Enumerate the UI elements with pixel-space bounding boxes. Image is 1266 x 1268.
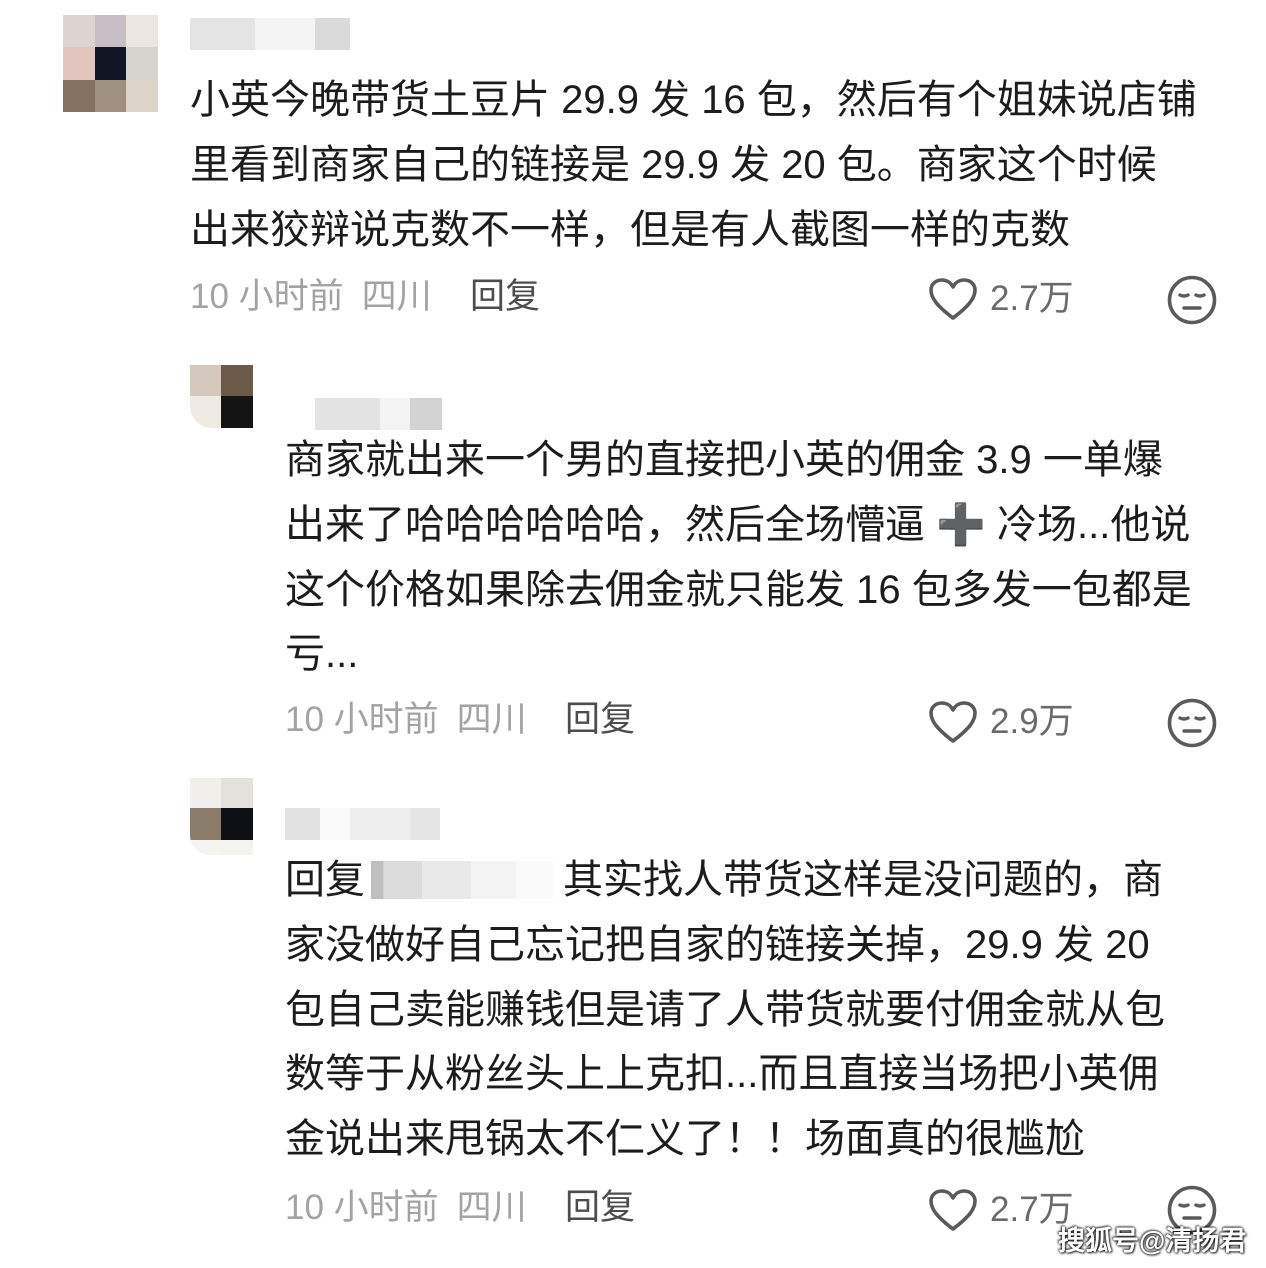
heart-outline-icon[interactable] (928, 700, 978, 744)
comment-meta: 10 小时前 四川 (285, 1186, 527, 1230)
reply-target-username-blurred[interactable] (371, 861, 553, 899)
avatar[interactable] (190, 778, 253, 855)
reply-button[interactable]: 回复 (470, 275, 540, 319)
like-count: 2.9万 (990, 702, 1074, 741)
comment-text: 小英今晚带货土豆片 29.9 发 16 包，然后有个姐妹说店铺 里看到商家自己的… (190, 68, 1197, 262)
comment-line: 包自己卖能赚钱但是请了人带货就要付佣金就从包 (285, 987, 1165, 1032)
avatar[interactable] (190, 365, 253, 428)
comment-line: 亏... (285, 632, 359, 677)
comment-line: 这个价格如果除去佣金就只能发 16 包多发一包都是 (285, 567, 1192, 612)
heart-outline-icon[interactable] (928, 277, 978, 321)
avatar[interactable] (63, 15, 158, 112)
comment-location: 四川 (456, 700, 527, 739)
reply-prefix: 回复 (285, 858, 365, 902)
username-blurred[interactable] (285, 808, 440, 840)
reply-button[interactable]: 回复 (565, 698, 635, 742)
comment-time: 10 小时前 (285, 1188, 439, 1227)
watermark: 搜狐号@清扬君 (1058, 1226, 1247, 1256)
comment-line: 数等于从粉丝头上上克扣...而且直接当场把小英佣 (285, 1052, 1159, 1097)
comment-line: 出来狡辩说克数不一样，但是有人截图一样的克数 (190, 207, 1070, 252)
comment-text: 回复 其实找人带货这样是没问题的，商 家没做好自己忘记把自家的链接关掉，29.9 … (285, 848, 1165, 1172)
username-blurred[interactable] (315, 398, 442, 430)
comment-meta: 10 小时前 四川 (285, 698, 527, 742)
comment-line-text: 其实找人带货这样是没问题的，商 (563, 858, 1163, 902)
comment-line: 回复 其实找人带货这样是没问题的，商 (285, 848, 1165, 913)
comment-meta: 10 小时前 四川 (190, 275, 432, 319)
comment-line: 里看到商家自己的链接是 29.9 发 20 包。商家这个时候 (190, 142, 1157, 187)
comment-line: 小英今晚带货土豆片 29.9 发 16 包，然后有个姐妹说店铺 (190, 78, 1197, 122)
comment-text: 商家就出来一个男的直接把小英的佣金 3.9 一单爆 出来了哈哈哈哈哈哈，然后全场… (285, 428, 1192, 687)
like-count: 2.7万 (990, 279, 1074, 318)
comment-line: 家没做好自己忘记把自家的链接关掉，29.9 发 20 (285, 922, 1150, 967)
heart-outline-icon[interactable] (928, 1188, 978, 1232)
username-blurred[interactable] (190, 18, 350, 50)
neutral-face-icon[interactable] (1166, 274, 1218, 326)
comment-location: 四川 (361, 277, 432, 316)
reply-button[interactable]: 回复 (565, 1186, 635, 1230)
comment-time: 10 小时前 (190, 277, 344, 316)
neutral-face-icon[interactable] (1166, 697, 1218, 749)
comment-line: 金说出来甩锅太不仁义了！！场面真的很尴尬 (285, 1117, 1085, 1162)
comment-location: 四川 (456, 1188, 527, 1227)
comment-line: 商家就出来一个男的直接把小英的佣金 3.9 一单爆 (285, 438, 1163, 482)
comment-line: 出来了哈哈哈哈哈哈，然后全场懵逼 ➕ 冷场...他说 (285, 502, 1191, 547)
comment-time: 10 小时前 (285, 700, 439, 739)
